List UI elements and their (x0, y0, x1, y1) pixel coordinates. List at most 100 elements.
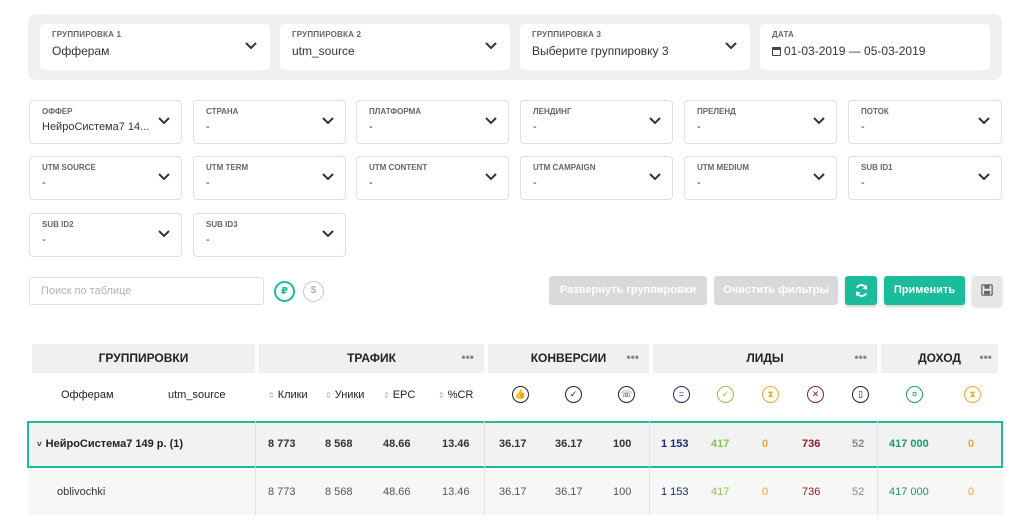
column-divider (255, 421, 256, 515)
filter-select-sub-id3[interactable]: SUB ID3 - (193, 213, 346, 257)
filter-select-utm-medium[interactable]: UTM MEDIUM - (684, 156, 837, 200)
filter-select-utm-term[interactable]: UTM TERM - (193, 156, 346, 200)
filter-select-sub-id2[interactable]: SUB ID2 - (29, 213, 182, 257)
col-epc-header[interactable]: ⇕ EPC (383, 389, 415, 401)
hold-icon[interactable]: ⧗ (762, 386, 779, 403)
leads-menu-icon[interactable]: ••• (854, 344, 867, 371)
refresh-button[interactable] (845, 276, 877, 305)
col-uniques-header[interactable]: ⇕ Уники (325, 389, 364, 401)
equals-icon[interactable]: = (673, 386, 690, 403)
cell-conv1: 36.17 (499, 486, 527, 498)
filter-label: ПЛАТФОРМА (369, 107, 422, 116)
cell-epc: 48.66 (383, 438, 411, 450)
section-conversions-header: КОНВЕРСИИ ••• (488, 344, 649, 373)
chevron-down-icon (158, 117, 170, 125)
col-clicks-header[interactable]: ⇕ Клики (268, 389, 308, 401)
filter-select-utm-source[interactable]: UTM SOURCE - (29, 156, 182, 200)
cell-leads-rejected: 736 (802, 486, 821, 498)
col-cr-header[interactable]: ⇕ %CR (438, 389, 473, 401)
floppy-disk-icon (981, 284, 993, 296)
filter-select-страна[interactable]: СТРАНА - (193, 100, 346, 144)
grouping-3-value: Выберите группировку 3 (532, 44, 669, 58)
grouping-2-value: utm_source (292, 44, 355, 58)
cell-leads-hold: 0 (762, 438, 769, 450)
phone-icon[interactable]: ☏ (618, 386, 635, 403)
cell-income-hold: 0 (968, 486, 975, 498)
filter-select-оффер[interactable]: ОФФЕР НейроСистема7 14... (29, 100, 182, 144)
apply-button[interactable]: Применить (884, 276, 965, 305)
filter-label: UTM TERM (206, 163, 249, 172)
cell-income: 417 000 (889, 486, 929, 498)
table-search-input[interactable] (29, 277, 264, 305)
conversions-menu-icon[interactable]: ••• (626, 344, 639, 371)
chevron-down-icon (245, 42, 257, 50)
filter-value: - (42, 177, 46, 189)
income-menu-icon[interactable]: ••• (979, 344, 992, 371)
filter-value: - (369, 121, 373, 133)
grouping-1-select[interactable]: ГРУППИРОВКА 1 Офферам (40, 24, 270, 70)
trash-icon[interactable]: ▯ (852, 386, 869, 403)
cell-leads-trash: 52 (852, 486, 865, 498)
money-icon[interactable]: ¤ (906, 386, 923, 403)
grouping-2-label: ГРУППИРОВКА 2 (292, 30, 362, 39)
filter-label: SUB ID3 (206, 220, 238, 229)
filter-select-utm-campaign[interactable]: UTM CAMPAIGN - (520, 156, 673, 200)
filter-select-платформа[interactable]: ПЛАТФОРМА - (356, 100, 509, 144)
grouping-3-label: ГРУППИРОВКА 3 (532, 30, 602, 39)
filter-select-лендинг[interactable]: ЛЕНДИНГ - (520, 100, 673, 144)
clear-filters-button[interactable]: Очистить фильтры (714, 276, 838, 305)
grouping-2-select[interactable]: ГРУППИРОВКА 2 utm_source (280, 24, 510, 70)
currency-usd-toggle[interactable]: $ (303, 281, 324, 302)
hold-money-icon[interactable]: ⧗ (964, 386, 981, 403)
check-icon[interactable]: ✓ (565, 386, 582, 403)
date-label: ДАТА (772, 30, 795, 39)
filter-select-sub-id1[interactable]: SUB ID1 - (848, 156, 1002, 200)
calendar-icon (772, 47, 781, 56)
filter-select-поток[interactable]: ПОТОК - (848, 100, 1002, 144)
chevron-down-icon (485, 117, 497, 125)
filter-label: ЛЕНДИНГ (533, 107, 572, 116)
approved-icon[interactable]: ✓ (717, 386, 734, 403)
col-offers-header[interactable]: Офферам (61, 389, 114, 401)
cell-uniques: 8 568 (325, 438, 353, 450)
cell-leads-approved: 417 (711, 438, 730, 450)
cell-clicks: 8 773 (268, 486, 296, 498)
chevron-down-icon (725, 42, 737, 50)
filter-value: - (206, 234, 210, 246)
filter-value: - (42, 234, 46, 246)
filter-value: - (533, 121, 537, 133)
cell-conv1: 36.17 (499, 438, 527, 450)
refresh-icon (855, 284, 867, 297)
filter-label: ПОТОК (861, 107, 889, 116)
traffic-menu-icon[interactable]: ••• (461, 344, 474, 371)
chevron-down-icon (978, 117, 990, 125)
currency-rub-toggle[interactable]: ₽ (274, 281, 295, 302)
cell-leads-rejected: 736 (802, 438, 821, 450)
chevron-down-icon (978, 173, 990, 181)
filter-select-utm-content[interactable]: UTM CONTENT - (356, 156, 509, 200)
filter-value: - (206, 121, 210, 133)
rejected-icon[interactable]: ✕ (807, 386, 824, 403)
expand-chevron-icon[interactable]: ˅ (37, 440, 42, 449)
section-leads-header: ЛИДЫ ••• (653, 344, 877, 373)
cell-uniques: 8 568 (325, 486, 353, 498)
section-traffic-header: ТРАФИК ••• (259, 344, 484, 373)
filter-select-преленд[interactable]: ПРЕЛЕНД - (684, 100, 837, 144)
filter-value: - (533, 177, 537, 189)
row-name[interactable]: ˅ НейроСистема7 149 р. (1) (37, 438, 183, 450)
chevron-down-icon (649, 117, 661, 125)
cell-cr: 13.46 (442, 438, 470, 450)
cell-leads-approved: 417 (711, 486, 730, 498)
thumbs-up-icon[interactable]: 👍 (512, 386, 529, 403)
filter-value: - (369, 177, 373, 189)
col-utm-source-header[interactable]: utm_source (168, 389, 225, 401)
date-range-picker[interactable]: ДАТА 01-03-2019 — 05-03-2019 (760, 24, 990, 70)
filter-label: ПРЕЛЕНД (697, 107, 736, 116)
save-button[interactable] (972, 276, 1002, 305)
chevron-down-icon (813, 117, 825, 125)
filter-label: UTM MEDIUM (697, 163, 749, 172)
filter-label: SUB ID1 (861, 163, 893, 172)
grouping-3-select[interactable]: ГРУППИРОВКА 3 Выберите группировку 3 (520, 24, 750, 70)
section-income-header: ДОХОД ••• (881, 344, 998, 373)
expand-groupings-button[interactable]: Развернуть группировки (549, 276, 707, 305)
